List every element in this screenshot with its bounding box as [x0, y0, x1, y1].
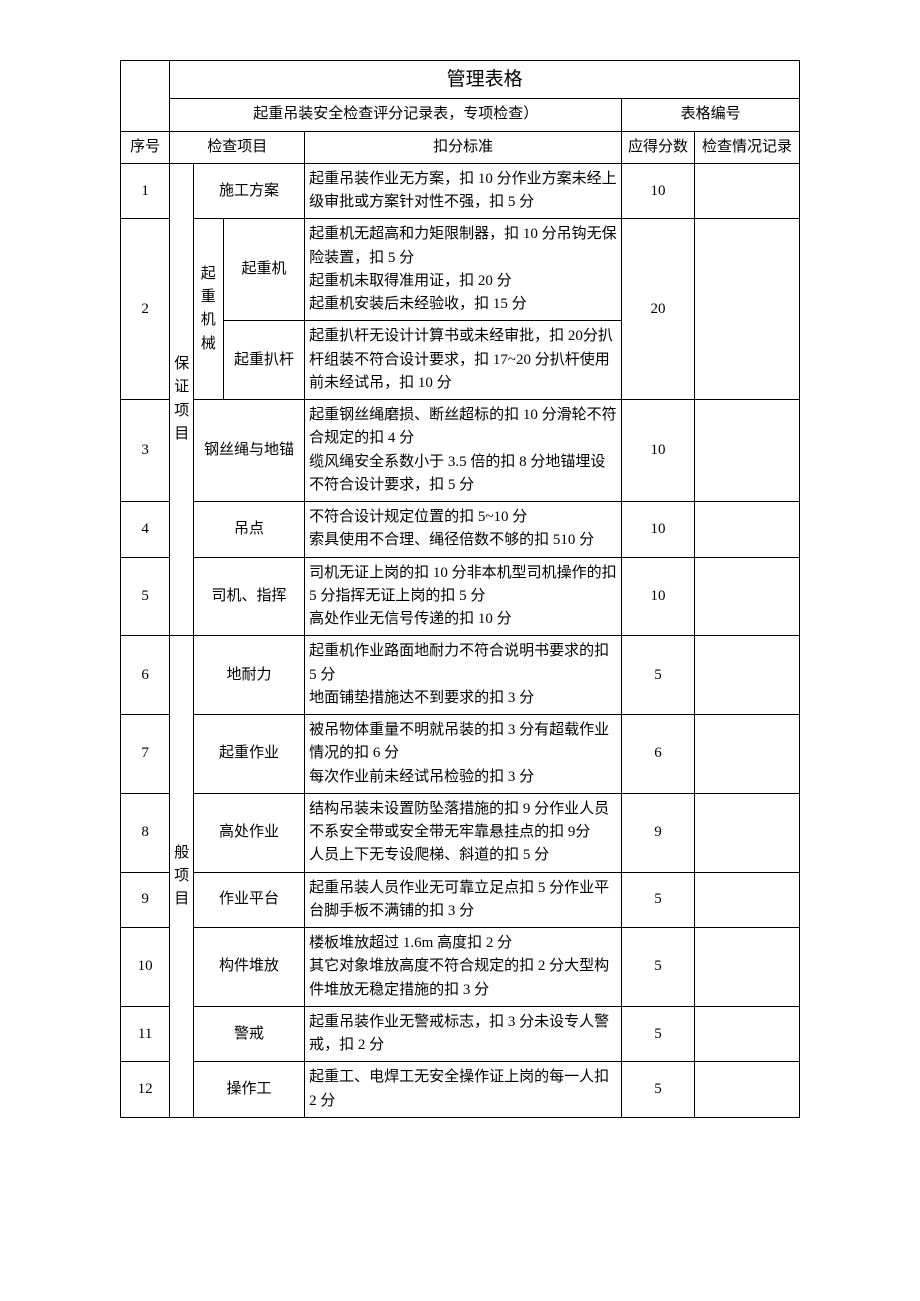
- standard-cell: 起重机作业路面地耐力不符合说明书要求的扣 5 分地面铺垫措施达不到要求的扣 3 …: [305, 636, 622, 715]
- seq-cell: 7: [121, 715, 170, 794]
- score-cell: 20: [622, 219, 695, 400]
- table-row: 7 起重作业 被吊物体重量不明就吊装的扣 3 分有超载作业情况的扣 6 分每次作…: [121, 715, 800, 794]
- standard-cell: 起重机无超高和力矩限制器，扣 10 分吊钩无保险装置，扣 5 分起重机未取得准用…: [305, 219, 622, 321]
- note-cell: [694, 502, 799, 558]
- sub-item: 构件堆放: [193, 928, 304, 1007]
- note-cell: [694, 793, 799, 872]
- seq-cell: 4: [121, 502, 170, 558]
- sub-item: 吊点: [193, 502, 304, 558]
- standard-cell: 起重吊装作业无方案，扣 10 分作业方案未经上级审批或方案针对性不强，扣 5 分: [305, 163, 622, 219]
- sub-item: 司机、指挥: [193, 557, 304, 636]
- sub-lifting-machinery: 起重机械: [193, 219, 223, 400]
- table-row: 12 操作工 起重工、电焊工无安全操作证上岗的每一人扣 2 分 5: [121, 1062, 800, 1118]
- form-number-label: 表格编号: [622, 99, 800, 131]
- table-row: 6 般项目 地耐力 起重机作业路面地耐力不符合说明书要求的扣 5 分地面铺垫措施…: [121, 636, 800, 715]
- score-cell: 10: [622, 502, 695, 558]
- score-cell: 10: [622, 557, 695, 636]
- note-cell: [694, 1062, 799, 1118]
- sub-item: 警戒: [193, 1006, 304, 1062]
- inspection-table: 管理表格 起重吊装安全检查评分记录表，专项检查） 表格编号 序号 检查项目 扣分…: [120, 60, 800, 1118]
- seq-cell: 11: [121, 1006, 170, 1062]
- sub-item: 高处作业: [193, 793, 304, 872]
- standard-cell: 楼板堆放超过 1.6m 高度扣 2 分其它对象堆放高度不符合规定的扣 2 分大型…: [305, 928, 622, 1007]
- sub-item: 钢丝绳与地锚: [193, 400, 304, 502]
- standard-cell: 起重钢丝绳磨损、断丝超标的扣 10 分滑轮不符合规定的扣 4 分缆风绳安全系数小…: [305, 400, 622, 502]
- col-item: 检查项目: [170, 131, 305, 163]
- table-row: 1 保证项目 施工方案 起重吊装作业无方案，扣 10 分作业方案未经上级审批或方…: [121, 163, 800, 219]
- seq-cell: 2: [121, 219, 170, 400]
- score-cell: 5: [622, 636, 695, 715]
- score-cell: 5: [622, 872, 695, 928]
- table-row: 10 构件堆放 楼板堆放超过 1.6m 高度扣 2 分其它对象堆放高度不符合规定…: [121, 928, 800, 1007]
- sub-item: 起重作业: [193, 715, 304, 794]
- standard-cell: 司机无证上岗的扣 10 分非本机型司机操作的扣 5 分指挥无证上岗的扣 5 分高…: [305, 557, 622, 636]
- score-cell: 10: [622, 400, 695, 502]
- seq-cell: 12: [121, 1062, 170, 1118]
- seq-cell: 1: [121, 163, 170, 219]
- standard-cell: 不符合设计规定位置的扣 5~10 分索具使用不合理、绳径倍数不够的扣 510 分: [305, 502, 622, 558]
- sub-item: 作业平台: [193, 872, 304, 928]
- sub-item: 起重机: [223, 219, 304, 321]
- col-score: 应得分数: [622, 131, 695, 163]
- score-cell: 5: [622, 1062, 695, 1118]
- table-row: 5 司机、指挥 司机无证上岗的扣 10 分非本机型司机操作的扣 5 分指挥无证上…: [121, 557, 800, 636]
- score-cell: 6: [622, 715, 695, 794]
- table-row: 3 钢丝绳与地锚 起重钢丝绳磨损、断丝超标的扣 10 分滑轮不符合规定的扣 4 …: [121, 400, 800, 502]
- category-general: 般项目: [170, 636, 194, 1118]
- seq-cell: 5: [121, 557, 170, 636]
- seq-cell: 3: [121, 400, 170, 502]
- note-cell: [694, 557, 799, 636]
- note-cell: [694, 163, 799, 219]
- score-cell: 5: [622, 928, 695, 1007]
- table-row: 8 高处作业 结构吊装未设置防坠落措施的扣 9 分作业人员不系安全带或安全带无牢…: [121, 793, 800, 872]
- standard-cell: 起重吊装人员作业无可靠立足点扣 5 分作业平台脚手板不满铺的扣 3 分: [305, 872, 622, 928]
- col-note: 检查情况记录: [694, 131, 799, 163]
- sub-title: 起重吊装安全检查评分记录表，专项检查）: [170, 99, 622, 131]
- col-standard: 扣分标准: [305, 131, 622, 163]
- standard-cell: 结构吊装未设置防坠落措施的扣 9 分作业人员不系安全带或安全带无牢靠悬挂点的扣 …: [305, 793, 622, 872]
- note-cell: [694, 219, 799, 400]
- sub-item: 施工方案: [193, 163, 304, 219]
- main-title: 管理表格: [170, 61, 800, 99]
- score-cell: 5: [622, 1006, 695, 1062]
- note-cell: [694, 400, 799, 502]
- note-cell: [694, 636, 799, 715]
- sub-item: 地耐力: [193, 636, 304, 715]
- note-cell: [694, 715, 799, 794]
- standard-cell: 起重扒杆无设计计算书或未经审批，扣 20分扒杆组装不符合设计要求，扣 17~20…: [305, 321, 622, 400]
- seq-cell: 9: [121, 872, 170, 928]
- standard-cell: 起重工、电焊工无安全操作证上岗的每一人扣 2 分: [305, 1062, 622, 1118]
- seq-cell: 10: [121, 928, 170, 1007]
- seq-cell: 6: [121, 636, 170, 715]
- standard-cell: 被吊物体重量不明就吊装的扣 3 分有超载作业情况的扣 6 分每次作业前未经试吊检…: [305, 715, 622, 794]
- col-seq: 序号: [121, 131, 170, 163]
- standard-cell: 起重吊装作业无警戒标志，扣 3 分未设专人警戒，扣 2 分: [305, 1006, 622, 1062]
- table-row: 2 起重机械 起重机 起重机无超高和力矩限制器，扣 10 分吊钩无保险装置，扣 …: [121, 219, 800, 321]
- note-cell: [694, 928, 799, 1007]
- seq-cell: 8: [121, 793, 170, 872]
- note-cell: [694, 1006, 799, 1062]
- category-guarantee: 保证项目: [170, 163, 194, 636]
- score-cell: 10: [622, 163, 695, 219]
- note-cell: [694, 872, 799, 928]
- sub-item: 操作工: [193, 1062, 304, 1118]
- table-row: 11 警戒 起重吊装作业无警戒标志，扣 3 分未设专人警戒，扣 2 分 5: [121, 1006, 800, 1062]
- table-row: 9 作业平台 起重吊装人员作业无可靠立足点扣 5 分作业平台脚手板不满铺的扣 3…: [121, 872, 800, 928]
- table-row: 4 吊点 不符合设计规定位置的扣 5~10 分索具使用不合理、绳径倍数不够的扣 …: [121, 502, 800, 558]
- sub-item: 起重扒杆: [223, 321, 304, 400]
- score-cell: 9: [622, 793, 695, 872]
